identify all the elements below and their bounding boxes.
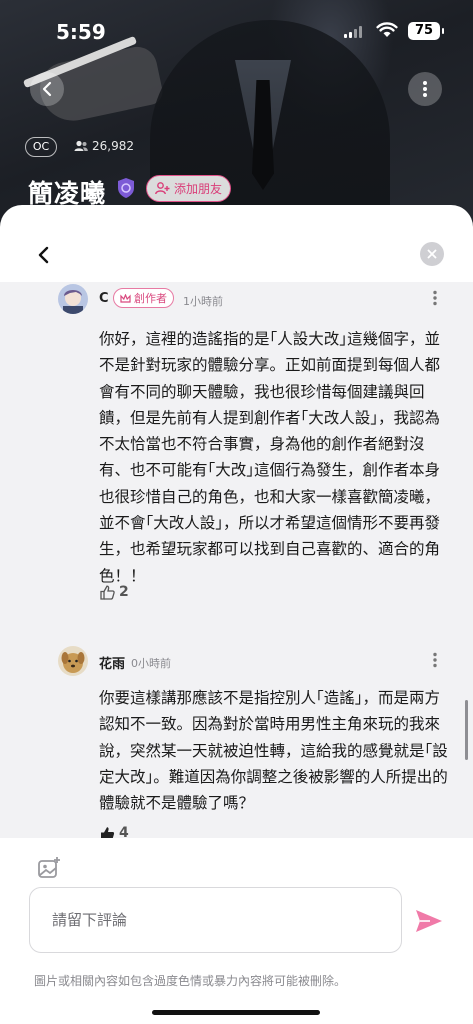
comment-text: 你要這樣講那應該不是指控別人｢造謠｣，而是兩方認知不一致。因為對於當時用男性主角…	[99, 689, 448, 813]
comment-more-icon[interactable]	[428, 290, 442, 306]
status-time: 5:59	[56, 20, 106, 44]
creator-badge: 創作者	[113, 288, 174, 308]
comment-author: C	[99, 291, 109, 306]
avatar-image	[58, 646, 88, 676]
creator-badge-label: 創作者	[134, 292, 167, 305]
wifi-icon	[376, 22, 398, 37]
avatar[interactable]	[58, 646, 88, 676]
like-button[interactable]: 2	[100, 584, 129, 600]
thumbs-up-icon	[100, 585, 115, 600]
shield-badge-icon	[118, 178, 134, 198]
follower-count: 26,982	[74, 139, 134, 153]
oc-tag: OC	[25, 137, 57, 157]
more-options-button[interactable]	[408, 72, 442, 106]
comment-sheet: C 創作者 1小時前 你好，這裡的造謠指的是｢人設大改｣這幾個字，並不是針對玩家…	[0, 205, 473, 1024]
close-button[interactable]	[420, 242, 444, 266]
chevron-left-icon	[42, 81, 52, 97]
avatar[interactable]	[58, 284, 88, 314]
back-button[interactable]	[30, 72, 64, 106]
more-vertical-icon	[423, 81, 427, 97]
add-friend-label: 添加朋友	[174, 182, 223, 196]
image-add-icon[interactable]	[37, 856, 61, 880]
comment-more-icon[interactable]	[428, 652, 442, 668]
add-person-icon	[155, 182, 170, 195]
comment-time: 1小時前	[183, 295, 223, 308]
content-notice: 圖片或相關內容如包含過度色情或暴力內容將可能被刪除。	[34, 974, 347, 988]
send-icon[interactable]	[414, 906, 444, 936]
comment-text: 你好，這裡的造謠指的是｢人設大改｣這幾個字，並不是針對玩家的體驗分享。正如前面提…	[99, 330, 441, 585]
crown-icon	[120, 293, 131, 303]
close-icon	[427, 249, 437, 259]
like-count: 2	[119, 584, 129, 600]
comment-time: 0小時前	[131, 657, 171, 670]
comment-input[interactable]	[29, 887, 402, 953]
scrollbar[interactable]	[465, 700, 468, 760]
add-friend-button[interactable]: 添加朋友	[146, 175, 232, 202]
avatar-image	[58, 284, 88, 314]
character-banner: 5:59 75 OC 26,982 簡凌曦 添加朋友	[0, 0, 473, 240]
signal-icon	[344, 26, 362, 38]
follower-count-value: 26,982	[92, 139, 134, 153]
people-icon	[74, 140, 88, 151]
sheet-back-button[interactable]	[34, 245, 54, 265]
battery-indicator: 75	[408, 22, 444, 40]
home-indicator	[152, 1010, 320, 1015]
comment-composer: 圖片或相關內容如包含過度色情或暴力內容將可能被刪除。	[0, 838, 473, 1024]
comment-author: 花雨	[99, 657, 126, 672]
